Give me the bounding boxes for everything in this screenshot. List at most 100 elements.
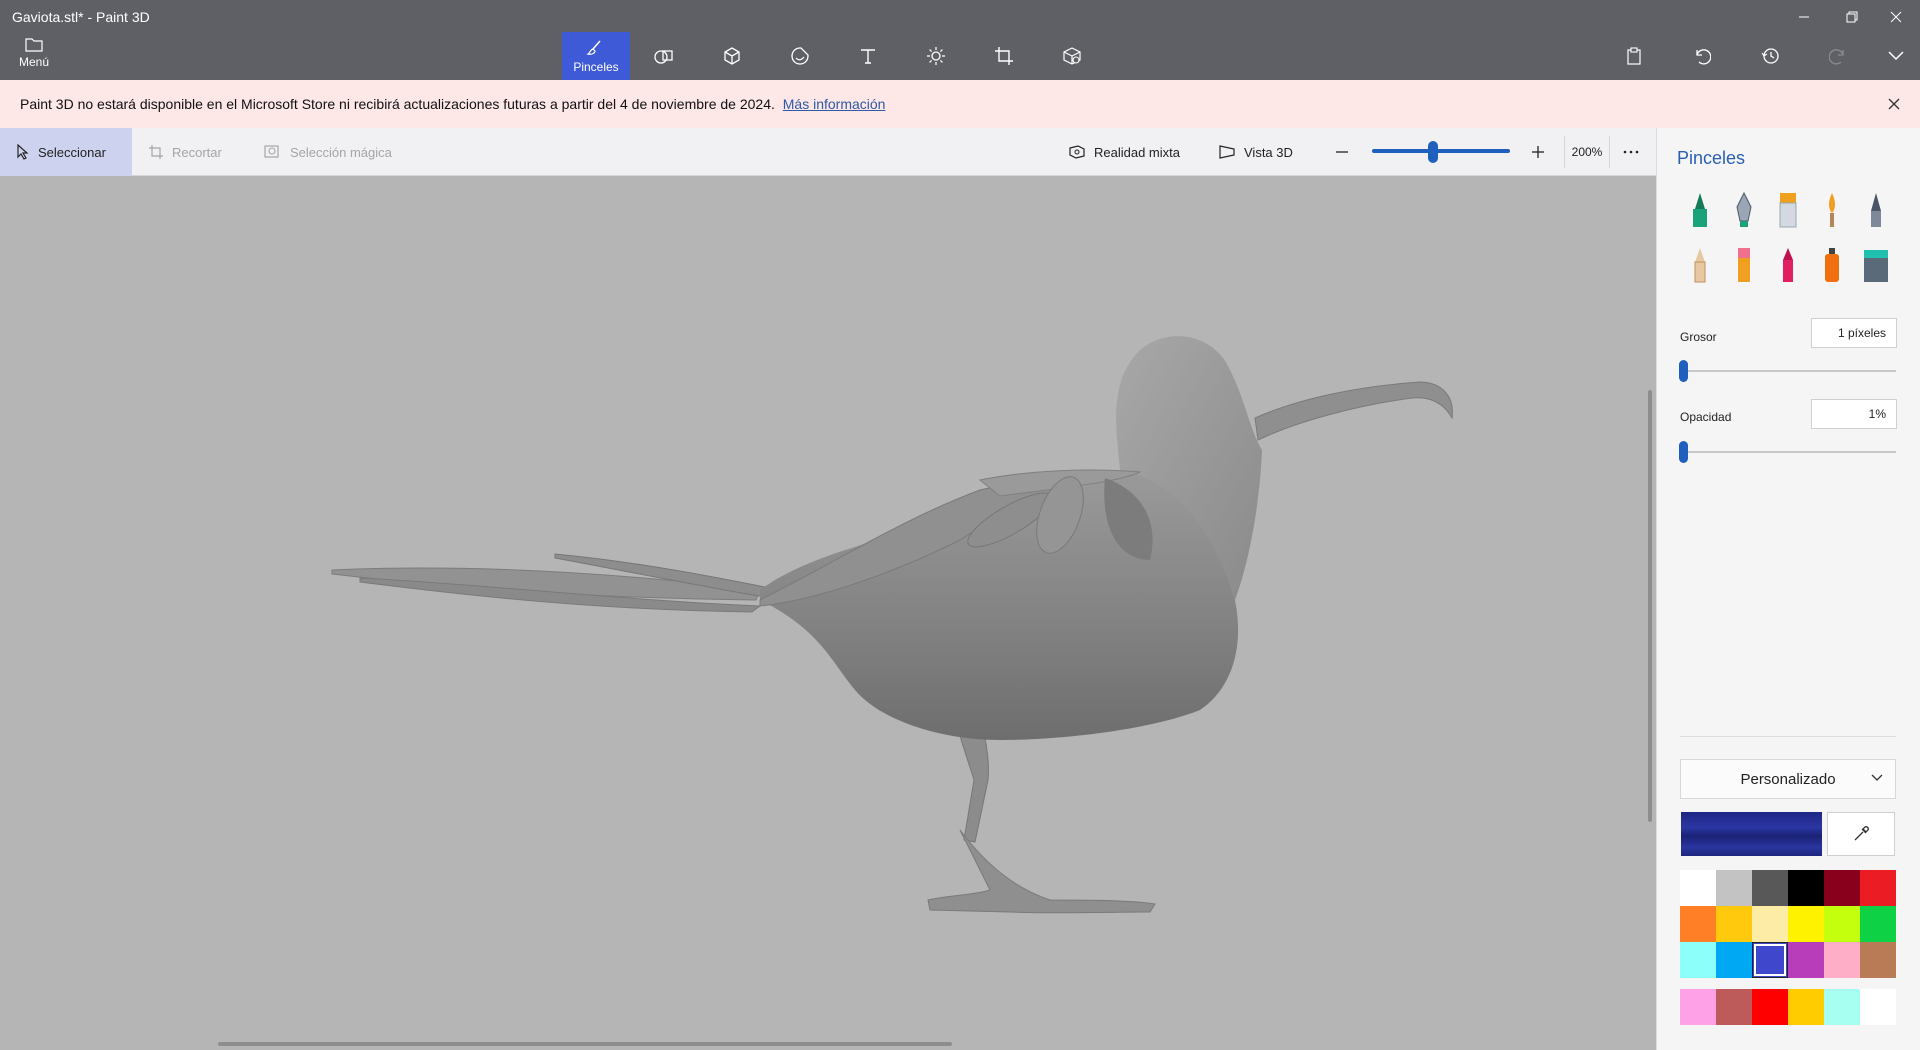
mixed-reality-button[interactable]: Realidad mixta — [1068, 128, 1180, 176]
color-swatch[interactable] — [1752, 906, 1788, 942]
color-swatch[interactable] — [1752, 942, 1788, 978]
tool-2d-shapes[interactable] — [630, 32, 698, 80]
zoom-in-button[interactable] — [1530, 128, 1546, 176]
minimize-button[interactable] — [1782, 4, 1826, 30]
custom-color-swatch[interactable] — [1860, 989, 1896, 1025]
expand-button[interactable] — [1878, 40, 1914, 72]
calligraphy-pen-brush[interactable] — [1727, 188, 1761, 232]
eyedropper-button[interactable] — [1827, 812, 1895, 856]
panel-divider — [1680, 736, 1896, 737]
color-swatch[interactable] — [1860, 942, 1896, 978]
view-3d-label: Vista 3D — [1244, 144, 1293, 160]
color-swatch[interactable] — [1752, 870, 1788, 906]
tool-effects[interactable] — [902, 32, 970, 80]
banner-close-button[interactable] — [1882, 92, 1906, 116]
color-swatch[interactable] — [1716, 906, 1752, 942]
color-swatch[interactable] — [1824, 906, 1860, 942]
pencil-brush[interactable] — [1683, 243, 1717, 287]
color-swatch[interactable] — [1860, 870, 1896, 906]
zoom-out-button[interactable] — [1334, 128, 1350, 176]
cursor-icon — [17, 144, 29, 160]
more-options-button[interactable] — [1622, 128, 1640, 176]
color-swatch[interactable] — [1716, 942, 1752, 978]
2d-shapes-icon — [654, 50, 673, 64]
tool-canvas[interactable] — [970, 32, 1038, 80]
history-icon — [1761, 48, 1779, 64]
eyedropper-icon — [1854, 826, 1869, 841]
clipboard-icon — [1627, 47, 1641, 65]
close-window-button[interactable] — [1874, 4, 1918, 30]
color-swatch[interactable] — [1788, 906, 1824, 942]
opacity-slider[interactable] — [1680, 451, 1896, 453]
view-3d-button[interactable]: Vista 3D — [1218, 128, 1293, 176]
magic-select-button[interactable]: Selección mágica — [264, 128, 392, 176]
title-bar: Gaviota.stl* - Paint 3D Menú Pinceles — [0, 0, 1920, 80]
custom-color-swatch[interactable] — [1824, 989, 1860, 1025]
select-label: Seleccionar — [38, 144, 106, 160]
color-swatch[interactable] — [1680, 906, 1716, 942]
opacity-slider-thumb[interactable] — [1679, 441, 1688, 463]
more-info-link[interactable]: Más información — [783, 96, 886, 112]
select-button[interactable]: Seleccionar — [0, 128, 132, 176]
crayon-brush[interactable] — [1771, 243, 1805, 287]
custom-color-swatch[interactable] — [1788, 989, 1824, 1025]
fill-brush[interactable] — [1859, 243, 1893, 287]
vertical-scrollbar[interactable] — [1648, 390, 1652, 822]
oil-brush[interactable] — [1771, 188, 1805, 232]
pixel-pen-brush[interactable] — [1859, 188, 1893, 232]
color-swatch[interactable] — [1680, 942, 1716, 978]
undo-icon — [1696, 49, 1711, 65]
menu-button[interactable]: Menú — [8, 36, 60, 76]
watercolor-icon — [1829, 193, 1835, 227]
tool-stickers[interactable] — [766, 32, 834, 80]
tool-brushes[interactable]: Pinceles — [562, 32, 630, 80]
thickness-slider[interactable] — [1680, 370, 1896, 372]
thickness-input[interactable]: 1 píxeles — [1811, 318, 1897, 348]
color-swatch[interactable] — [1716, 870, 1752, 906]
horizontal-scrollbar[interactable] — [218, 1042, 952, 1046]
opacity-input[interactable]: 1% — [1811, 399, 1897, 429]
magic-select-label: Selección mágica — [290, 144, 392, 160]
redo-button[interactable] — [1820, 40, 1856, 72]
zoom-slider[interactable] — [1372, 149, 1510, 153]
watercolor-brush[interactable] — [1815, 188, 1849, 232]
color-swatch[interactable] — [1788, 942, 1824, 978]
color-swatch[interactable] — [1860, 906, 1896, 942]
deprecation-banner: Paint 3D no estará disponible en el Micr… — [0, 80, 1920, 128]
tool-3d-library[interactable] — [1038, 32, 1106, 80]
custom-color-swatch[interactable] — [1680, 989, 1716, 1025]
spray-can-brush[interactable] — [1815, 243, 1849, 287]
history-button[interactable] — [1752, 40, 1788, 72]
eraser-brush[interactable] — [1727, 243, 1761, 287]
crop-button[interactable]: Recortar — [148, 128, 222, 176]
undo-button[interactable] — [1684, 40, 1720, 72]
seagull-3d-model[interactable] — [0, 177, 1656, 1050]
tool-brushes-label: Pinceles — [573, 59, 619, 74]
calligraphy-pen-icon — [1736, 191, 1752, 227]
opacity-label: Opacidad — [1680, 410, 1732, 424]
color-swatch[interactable] — [1788, 870, 1824, 906]
more-icon — [1623, 150, 1639, 154]
fill-icon — [1864, 250, 1888, 282]
palette-dropdown-label: Personalizado — [1740, 770, 1836, 788]
tool-3d-shapes[interactable] — [698, 32, 766, 80]
redo-icon — [1829, 49, 1844, 65]
text-icon — [861, 49, 875, 64]
custom-color-swatch[interactable] — [1752, 989, 1788, 1025]
color-swatch[interactable] — [1824, 942, 1860, 978]
drawing-canvas[interactable] — [0, 177, 1656, 1050]
color-swatch[interactable] — [1680, 870, 1716, 906]
current-color-swatch[interactable] — [1681, 812, 1822, 856]
custom-color-swatch[interactable] — [1716, 989, 1752, 1025]
thickness-slider-thumb[interactable] — [1679, 360, 1688, 382]
palette-dropdown[interactable]: Personalizado — [1680, 759, 1896, 799]
tool-text[interactable] — [834, 32, 902, 80]
restore-button[interactable] — [1830, 4, 1874, 30]
crayon-icon — [1783, 248, 1793, 282]
paste-button[interactable] — [1616, 40, 1652, 72]
marker-brush[interactable] — [1683, 188, 1717, 232]
chevron-down-icon — [1888, 51, 1904, 61]
color-swatch[interactable] — [1824, 870, 1860, 906]
zoom-value[interactable]: 200% — [1564, 136, 1610, 168]
zoom-slider-thumb[interactable] — [1428, 141, 1438, 163]
